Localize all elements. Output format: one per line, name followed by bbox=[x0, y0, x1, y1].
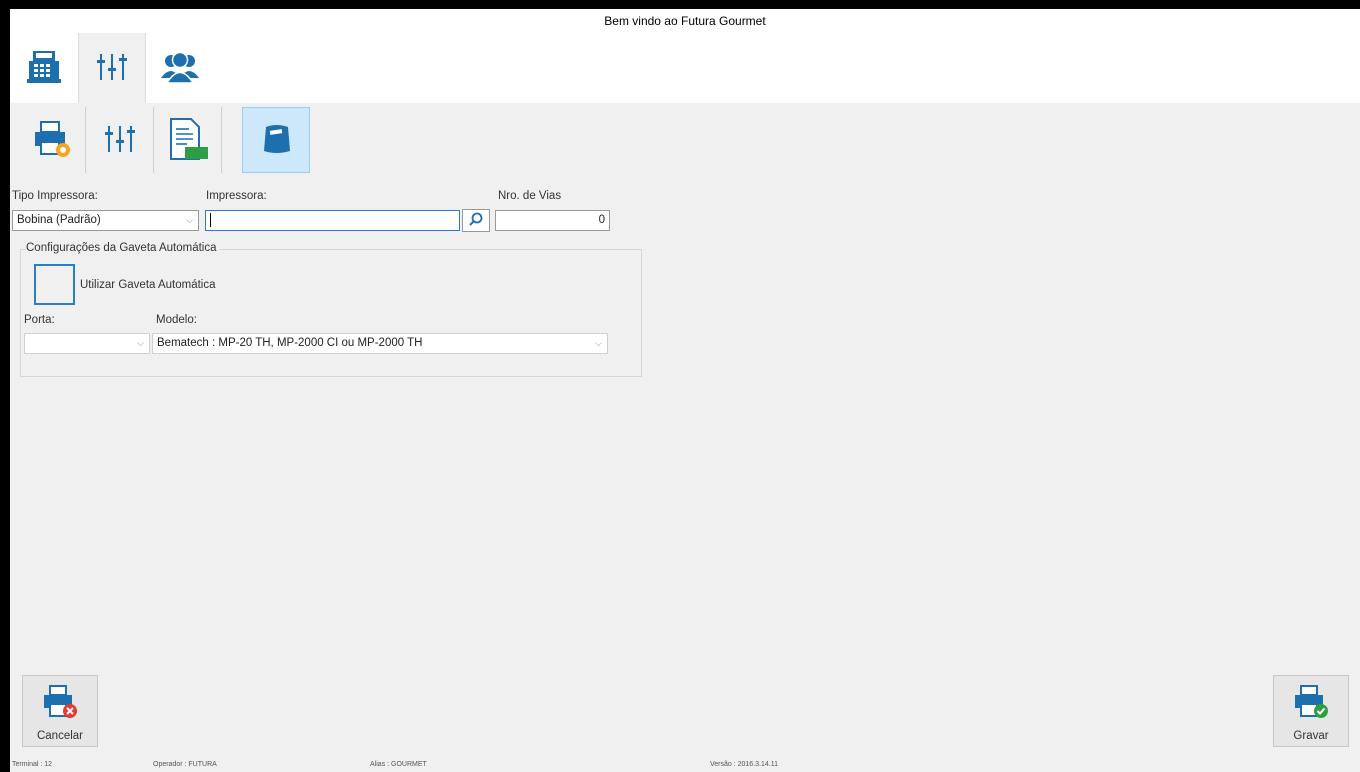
top-tab-bar bbox=[10, 33, 1360, 103]
status-operator: Operador : FUTURA bbox=[153, 761, 217, 768]
text-cursor bbox=[210, 212, 211, 227]
status-version: Versão : 2016.3.14.11 bbox=[710, 761, 778, 768]
copies-input[interactable]: 0 bbox=[495, 210, 610, 231]
sliders-icon bbox=[95, 50, 129, 87]
status-terminal: Terminal : 12 bbox=[12, 761, 53, 768]
model-select[interactable]: Bematech : MP-20 TH, MP-2000 CI ou MP-20… bbox=[152, 333, 608, 354]
chevron-down-icon: ⌵ bbox=[595, 338, 602, 348]
model-value: Bematech : MP-20 TH, MP-2000 CI ou MP-20… bbox=[157, 337, 423, 349]
cancel-button[interactable]: Cancelar bbox=[22, 675, 98, 747]
printer-label: Impressora: bbox=[206, 190, 267, 202]
cancel-label: Cancelar bbox=[36, 730, 84, 742]
save-label: Gravar bbox=[1293, 730, 1329, 742]
tab-printer-settings[interactable] bbox=[18, 107, 86, 173]
chevron-down-icon: ⌵ bbox=[186, 215, 193, 225]
sub-tab-bar bbox=[10, 103, 1360, 175]
sliders-icon bbox=[103, 122, 137, 159]
status-bar: Terminal : 12 Operador : FUTURA Alias : … bbox=[10, 761, 1360, 772]
status-alias: Alias : GOURMET bbox=[370, 761, 427, 768]
document-icon bbox=[167, 117, 209, 164]
copies-label: Nro. de Vias bbox=[498, 190, 562, 202]
printer-cancel-icon bbox=[42, 685, 78, 722]
window-title: Bem vindo ao Futura Gourmet bbox=[10, 9, 1360, 33]
cash-drawer-group-title: Configurações da Gaveta Automática bbox=[26, 242, 219, 254]
model-label: Modelo: bbox=[156, 314, 197, 326]
search-printer-button[interactable] bbox=[462, 209, 490, 232]
search-icon bbox=[468, 211, 484, 230]
tab-receipt-printer[interactable] bbox=[242, 107, 310, 173]
printer-check-icon bbox=[1293, 685, 1329, 722]
port-select[interactable]: ⌵ bbox=[24, 333, 150, 354]
tab-users[interactable] bbox=[146, 33, 214, 103]
save-button[interactable]: Gravar bbox=[1273, 675, 1349, 747]
auto-drawer-checkbox[interactable] bbox=[34, 264, 75, 305]
chevron-down-icon: ⌵ bbox=[137, 338, 144, 348]
printer-type-value: Bobina (Padrão) bbox=[17, 214, 101, 226]
auto-drawer-label[interactable]: Utilizar Gaveta Automática bbox=[80, 279, 216, 291]
cash-drawer-group bbox=[20, 249, 642, 377]
main-window: Bem vindo ao Futura Gourmet Tipo Impress… bbox=[10, 9, 1360, 772]
printer-type-select[interactable]: Bobina (Padrão) ⌵ bbox=[12, 210, 199, 231]
tab-cash-register[interactable] bbox=[10, 33, 78, 103]
tab-settings[interactable] bbox=[78, 33, 146, 103]
printer-input[interactable] bbox=[205, 210, 460, 231]
printer-type-label: Tipo Impressora: bbox=[12, 190, 98, 202]
cash-register-icon bbox=[25, 49, 63, 88]
receipt-printer-icon bbox=[258, 121, 294, 160]
port-label: Porta: bbox=[24, 314, 55, 326]
printer-settings-icon bbox=[32, 119, 72, 162]
tab-order-type-printer[interactable] bbox=[154, 107, 222, 173]
users-icon bbox=[161, 50, 199, 87]
tab-general-settings[interactable] bbox=[86, 107, 154, 173]
